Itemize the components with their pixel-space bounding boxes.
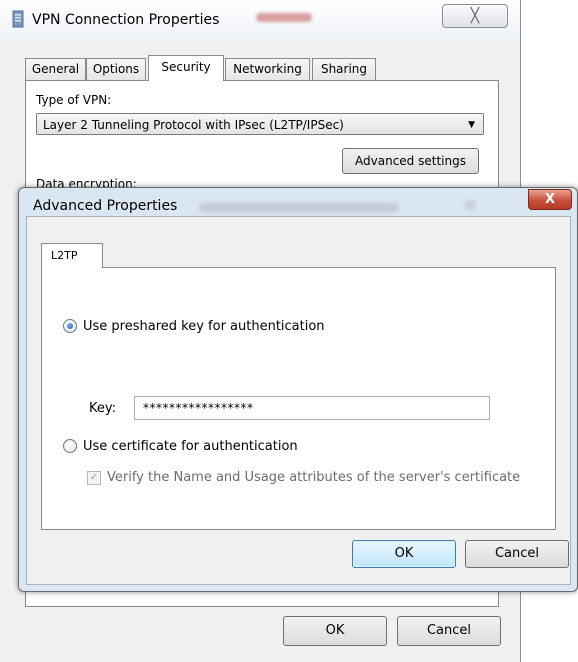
certificate-label: Use certificate for authentication [83,438,298,454]
l2tp-tab-panel: Use preshared key for authentication Key… [41,267,556,530]
ok-button[interactable]: OK [283,616,387,646]
tab-label: General [31,62,80,76]
verify-certificate-label: Verify the Name and Usage attributes of … [107,470,521,485]
window-title: VPN Connection Properties [32,12,220,28]
cancel-button[interactable]: Cancel [397,616,501,646]
advanced-settings-button[interactable]: Advanced settings [342,148,479,174]
tab-label: Sharing [320,62,368,76]
tab-label: Security [161,60,211,74]
certificate-radio[interactable] [63,439,77,453]
dialog-cancel-button[interactable]: Cancel [465,540,569,568]
verify-certificate-checkbox: ✓ [87,470,101,485]
network-connection-icon [12,10,24,28]
close-icon: X [544,192,556,207]
obscured-background-text [199,203,399,212]
dialog-title: Advanced Properties [33,198,178,214]
preshared-key-radio[interactable] [63,319,77,333]
tab-label: Networking [233,62,302,76]
key-input[interactable]: ***************** [134,396,490,420]
tab-general[interactable]: General [25,58,86,80]
tab-options[interactable]: Options [86,58,146,80]
certificate-option[interactable]: Use certificate for authentication [63,437,298,455]
type-of-vpn-label: Type of VPN: [36,93,112,107]
advanced-properties-dialog: Advanced Properties X L2TP Use preshared… [18,187,578,592]
key-label: Key: [89,401,117,416]
preshared-key-option[interactable]: Use preshared key for authentication [63,317,325,335]
tab-security[interactable]: Security [148,55,224,81]
dialog-close-button[interactable]: X [528,189,572,210]
tab-sharing[interactable]: Sharing [312,58,376,80]
tab-networking[interactable]: Networking [225,58,310,80]
type-of-vpn-select[interactable]: Layer 2 Tunneling Protocol with IPsec (L… [36,113,484,135]
obscured-background-arrow [465,201,475,209]
close-icon: ╳ [470,8,480,24]
verify-certificate-option: ✓ Verify the Name and Usage attributes o… [87,470,520,485]
redacted-connection-name [256,13,312,22]
dialog-body: L2TP Use preshared key for authenticatio… [26,216,571,585]
tab-label: Options [92,62,140,76]
dialog-ok-button[interactable]: OK [352,540,456,568]
tab-l2tp[interactable]: L2TP [41,243,103,268]
select-value: Layer 2 Tunneling Protocol with IPsec (L… [43,118,344,132]
dialog-title-bar: Advanced Properties X [19,188,577,218]
close-button[interactable]: ╳ [442,4,508,28]
preshared-key-label: Use preshared key for authentication [83,318,325,334]
title-bar: VPN Connection Properties ╳ [0,0,520,40]
chevron-down-icon: ▼ [468,120,475,130]
